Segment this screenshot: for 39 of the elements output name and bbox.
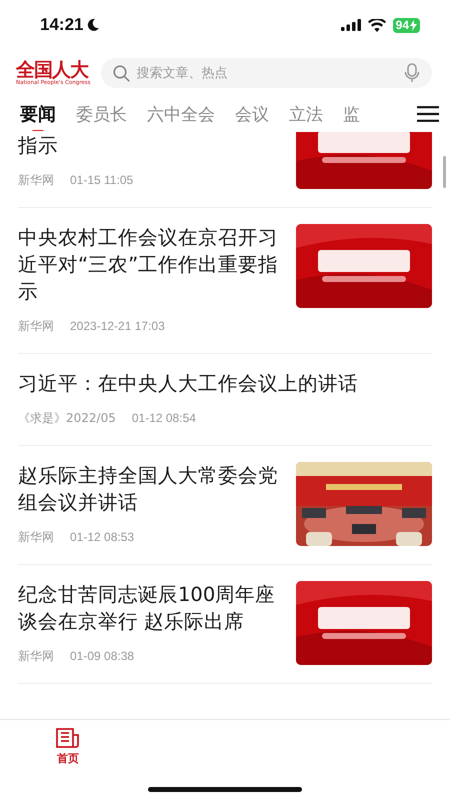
category-tab[interactable]: 要闻 xyxy=(10,97,66,131)
menu-icon[interactable] xyxy=(417,106,439,122)
category-tab[interactable]: 监 xyxy=(333,97,370,131)
logo-text: 全国人大 xyxy=(16,60,88,80)
newspaper-icon xyxy=(56,728,80,748)
microphone-icon[interactable] xyxy=(404,63,420,83)
battery-percent: 94 xyxy=(396,18,409,32)
news-item[interactable]: 纪念甘苦同志诞辰100周年座谈会在京举行 赵乐际出席 新华网 01-09 08:38 xyxy=(18,565,432,684)
category-tab[interactable]: 会议 xyxy=(225,97,279,131)
article-time: 01-12 08:53 xyxy=(70,529,134,546)
article-source: 新华网 xyxy=(18,318,54,335)
news-item[interactable]: 指示 新华网 01-15 11:05 xyxy=(18,132,432,208)
signal-icon xyxy=(340,19,361,31)
news-item[interactable]: 习近平：在中央人大工作会议上的讲话 《求是》2022/05 01-12 08:54 xyxy=(18,354,432,446)
moon-icon xyxy=(86,18,100,32)
search-field[interactable]: 搜索文章、热点 xyxy=(100,58,432,88)
article-source: 新华网 xyxy=(18,648,54,665)
news-item[interactable]: 赵乐际主持全国人大常委会党组会议并讲话 新华网 01-12 08:53 xyxy=(18,446,432,565)
article-title: 指示 xyxy=(18,133,59,159)
article-time: 01-15 11:05 xyxy=(70,172,134,189)
article-source: 《求是》2022/05 xyxy=(18,410,116,427)
article-title: 纪念甘苦同志诞辰100周年座谈会在京举行 赵乐际出席 xyxy=(18,582,276,635)
article-title: 赵乐际主持全国人大常委会党组会议并讲话 xyxy=(18,463,279,516)
category-tab[interactable]: 六中全会 xyxy=(137,97,225,131)
article-source: 新华网 xyxy=(18,172,54,189)
article-title: 中央农村工作会议在京召开习近平对“三农”工作作出重要指示 xyxy=(18,225,280,305)
article-title: 习近平：在中央人大工作会议上的讲话 xyxy=(18,371,359,397)
wifi-icon xyxy=(368,18,386,32)
clock-time: 14:21 xyxy=(40,15,84,35)
category-tab[interactable]: 委员长 xyxy=(66,97,137,131)
article-time: 01-09 08:38 xyxy=(70,648,134,665)
scrollbar xyxy=(443,156,446,188)
article-time: 01-12 08:54 xyxy=(132,410,196,427)
category-tab[interactable]: 立法 xyxy=(279,97,333,131)
article-source: 新华网 xyxy=(18,529,54,546)
article-time: 2023-12-21 17:03 xyxy=(70,318,165,335)
news-item[interactable]: 中央农村工作会议在京召开习近平对“三农”工作作出重要指示 新华网 2023-12-21 17:03 xyxy=(18,208,432,354)
home-tab[interactable]: 首页 xyxy=(52,720,84,766)
bolt-icon xyxy=(410,20,417,30)
